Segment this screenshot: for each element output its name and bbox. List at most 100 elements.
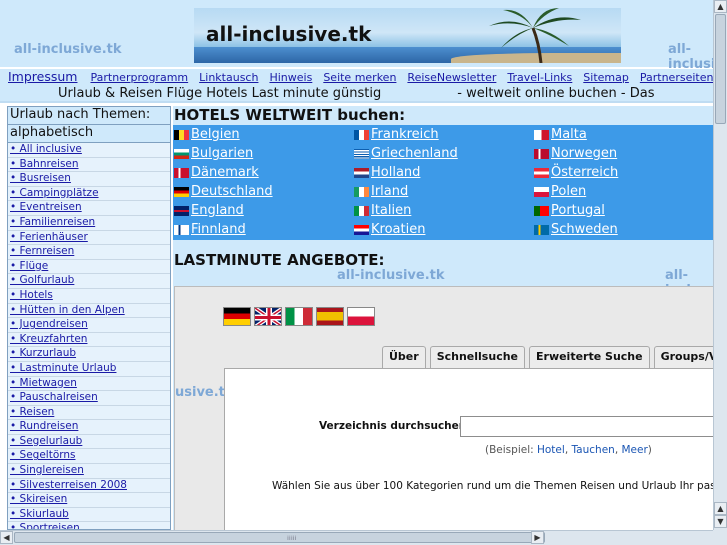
sidebar-item: • Eventreisen [8, 201, 170, 216]
top-nav: Impressum Partnerprogramm Linktausch Hinwei… [0, 69, 713, 85]
vertical-scrollbar[interactable]: ▲ ▲ ▼ [713, 0, 727, 530]
scroll-left-icon[interactable]: ◀ [0, 531, 13, 544]
tab-erweiterte-suche[interactable]: Erweiterte Suche [529, 346, 650, 368]
hotel-country-row: Malta [534, 127, 618, 146]
sidebar-link[interactable]: • Silvesterreisen 2008 [10, 479, 127, 491]
hotel-country-link[interactable]: Kroatien [371, 222, 425, 237]
sidebar-link[interactable]: • Segelurlaub [10, 435, 82, 447]
sidebar-link[interactable]: • Rundreisen [10, 420, 78, 432]
sidebar-link[interactable]: • Fernreisen [10, 245, 74, 257]
nav-seite-merken[interactable]: Seite merken [323, 71, 396, 84]
watermark-right: all-inclusive.tk [668, 42, 713, 72]
hotel-country-row: Frankreich [354, 127, 458, 146]
sidebar-link[interactable]: • Eventreisen [10, 201, 82, 213]
country-flag-icon [174, 205, 189, 216]
sidebar-link[interactable]: • Mietwagen [10, 377, 77, 389]
sidebar-link[interactable]: • Familienreisen [10, 216, 95, 228]
tab-schnellsuche[interactable]: Schnellsuche [429, 346, 525, 368]
sidebar-item: • Flüge [8, 259, 170, 275]
sidebar-link[interactable]: • Kreuzfahrten [10, 333, 87, 345]
sidebar-link[interactable]: • Campingplätze [10, 187, 99, 199]
nav-impressum[interactable]: Impressum [8, 69, 77, 84]
scroll-up-icon[interactable]: ▲ [714, 0, 727, 13]
nav-hinweis[interactable]: Hinweis [269, 71, 312, 84]
sidebar-link[interactable]: • Kurzurlaub [10, 347, 76, 359]
sidebar-link[interactable]: • Flüge [10, 260, 48, 272]
example-link-tauchen[interactable]: Tauchen [572, 444, 615, 456]
sidebar-link[interactable]: • Segeltörns [10, 449, 76, 461]
flag-polish-icon[interactable] [347, 307, 375, 326]
scrollbar-corner [713, 530, 727, 545]
sidebar-link[interactable]: • Bahnreisen [10, 158, 79, 170]
hotel-country-link[interactable]: Polen [551, 184, 586, 199]
sidebar-link[interactable]: • Golfurlaub [10, 274, 74, 286]
sidebar-link[interactable]: • Skiurlaub [10, 508, 69, 520]
sidebar-link[interactable]: • Skireisen [10, 493, 67, 505]
sidebar-link[interactable]: • Reisen [10, 406, 54, 418]
nav-sitemap[interactable]: Sitemap [583, 71, 629, 84]
scroll-down-icon[interactable]: ▼ [714, 515, 727, 528]
hotel-country-link[interactable]: Italien [371, 203, 411, 218]
vertical-scroll-thumb[interactable] [715, 14, 726, 124]
nav-partnerseiten[interactable]: Partnerseiten [640, 71, 713, 84]
sidebar-link[interactable]: • Busreisen [10, 172, 71, 184]
scroll-right-icon[interactable]: ▶ [531, 531, 544, 544]
hotel-country-row: Österreich [534, 165, 618, 184]
hotel-country-link[interactable]: Dänemark [191, 165, 259, 180]
sidebar-item: • Golfurlaub [8, 274, 170, 289]
hotel-country-link[interactable]: Norwegen [551, 146, 617, 161]
hotel-country-row: Dänemark [174, 165, 273, 184]
hotel-country-link[interactable]: Belgien [191, 127, 240, 142]
hotel-country-link[interactable]: Portugal [551, 203, 605, 218]
hotel-country-row: Finnland [174, 222, 273, 241]
sidebar-item: • Silvesterreisen 2008 [8, 478, 170, 494]
example-link-hotel[interactable]: Hotel [537, 444, 565, 456]
hotel-country-link[interactable]: Frankreich [371, 127, 439, 142]
sidebar-link[interactable]: • Hütten in den Alpen [10, 304, 125, 316]
hotel-country-link[interactable]: Finnland [191, 222, 246, 237]
horizontal-scrollbar[interactable]: ◀ ⁞⁞⁞⁞⁞ ▶ [0, 530, 713, 545]
nav-travel-links[interactable]: Travel-Links [507, 71, 572, 84]
hotel-country-link[interactable]: Irland [371, 184, 408, 199]
nav-linktausch[interactable]: Linktausch [199, 71, 258, 84]
sidebar-item: • Hotels [8, 288, 170, 304]
flag-english-icon[interactable] [254, 307, 282, 326]
hotel-country-link[interactable]: Österreich [551, 165, 618, 180]
marquee-banner: Urlaub & Reisen Flüge Hotels Last minute… [0, 85, 713, 103]
hotel-country-link[interactable]: Deutschland [191, 184, 273, 199]
example-link-meer[interactable]: Meer [622, 444, 648, 456]
tab-ueber[interactable]: Über [382, 346, 426, 368]
country-flag-icon [174, 186, 189, 197]
country-flag-icon [534, 167, 549, 178]
nav-partnerprogramm[interactable]: Partnerprogramm [90, 71, 188, 84]
country-flag-icon [354, 167, 369, 178]
sidebar-link[interactable]: • Lastminute Urlaub [10, 362, 116, 374]
hotel-country-link[interactable]: Schweden [551, 222, 618, 237]
hotel-country-link[interactable]: England [191, 203, 244, 218]
sidebar-link[interactable]: • Hotels [10, 289, 53, 301]
hotel-country-row: Schweden [534, 222, 618, 241]
sidebar-link[interactable]: • Ferienhäuser [10, 231, 88, 243]
horizontal-scroll-thumb[interactable]: ⁞⁞⁞⁞⁞ [14, 532, 545, 543]
sidebar-link[interactable]: • All inclusive [10, 143, 82, 155]
scroll-up-icon-2[interactable]: ▲ [714, 502, 727, 515]
directory-widget: ÜberSchnellsucheErweiterte SucheGroups/V… [174, 286, 713, 530]
sidebar-link[interactable]: • Jugendreisen [10, 318, 88, 330]
tab-groups[interactable]: Groups/Verze [653, 346, 713, 368]
flag-italian-icon[interactable] [285, 307, 313, 326]
flag-german-icon[interactable] [223, 307, 251, 326]
directory-search-input[interactable] [460, 416, 713, 437]
hotel-country-link[interactable]: Griechenland [371, 146, 458, 161]
hotel-country-link[interactable]: Bulgarien [191, 146, 253, 161]
sidebar-link[interactable]: • Pauschalreisen [10, 391, 98, 403]
sidebar-link[interactable]: • Sportreisen [10, 522, 80, 529]
hotel-country-link[interactable]: Malta [551, 127, 587, 142]
hotels-column-2: Frankreich Griechenland Holland Irland Itali… [354, 127, 458, 241]
country-flag-icon [354, 129, 369, 140]
sidebar-link[interactable]: • Singlereisen [10, 464, 84, 476]
sidebar-item: • Campingplätze [8, 186, 170, 202]
flag-spanish-icon[interactable] [316, 307, 344, 326]
nav-reisenewsletter[interactable]: ReiseNewsletter [407, 71, 496, 84]
site-logo-banner[interactable]: all-inclusive.tk [194, 8, 621, 63]
hotel-country-link[interactable]: Holland [371, 165, 420, 180]
